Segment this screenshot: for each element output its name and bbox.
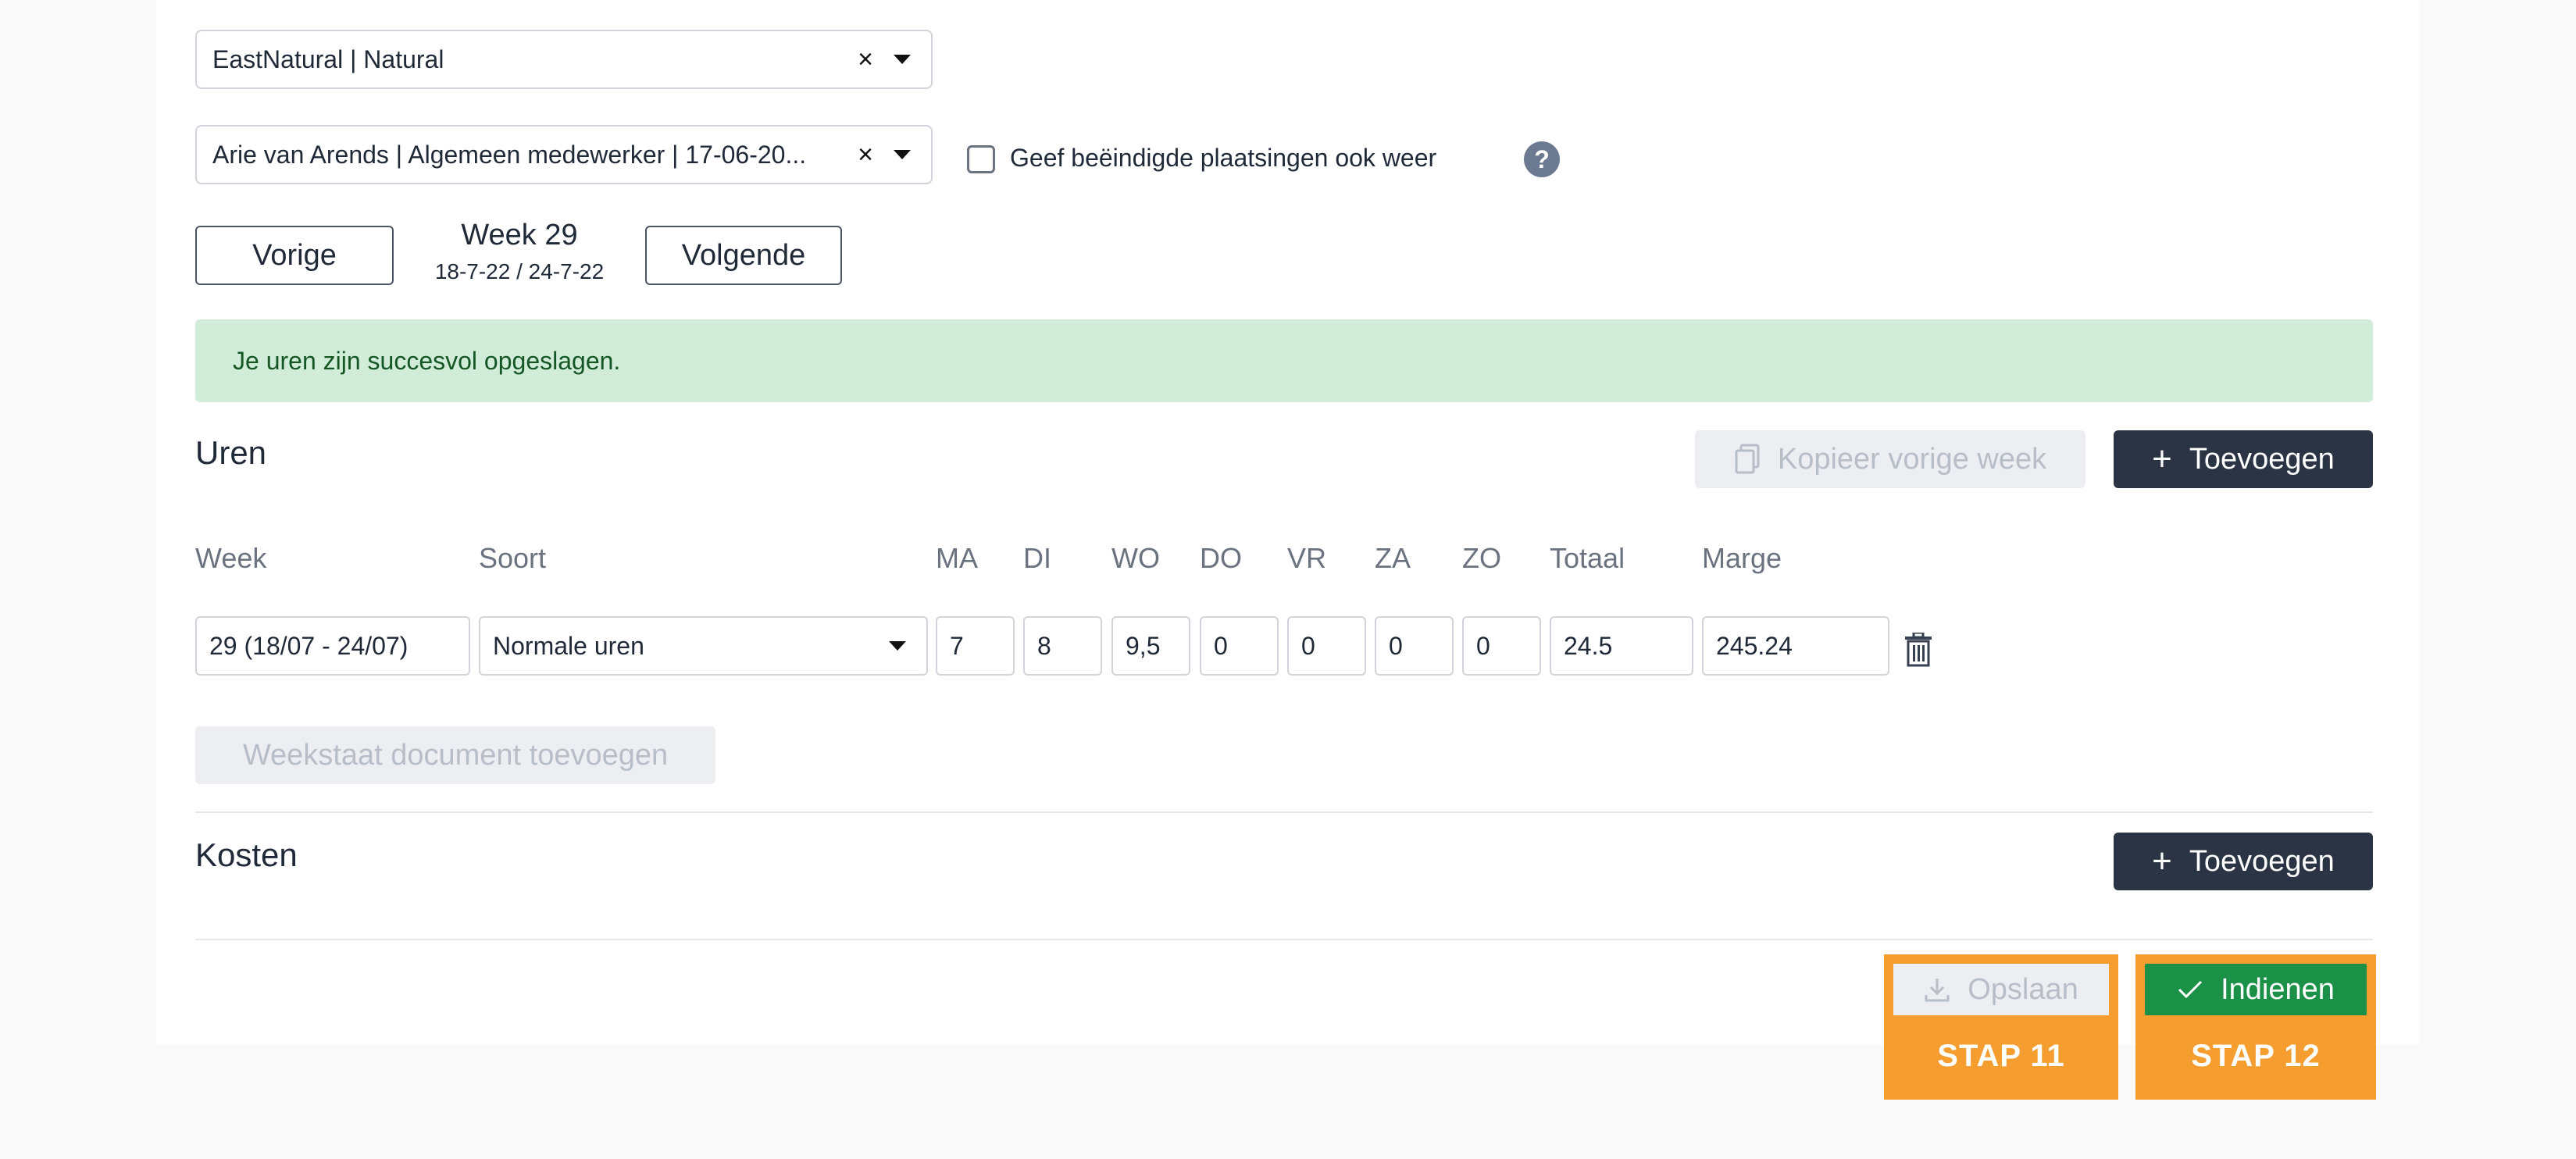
add-costs-button[interactable]: + Toevoegen <box>2114 833 2373 890</box>
placement-clear-icon[interactable]: × <box>850 140 881 170</box>
hours-fri-input[interactable]: 0 <box>1287 616 1366 676</box>
company-chevron-down-icon[interactable] <box>894 55 911 64</box>
step-11-label: STAP 11 <box>1937 1039 2065 1073</box>
hours-thu-input[interactable]: 0 <box>1200 616 1279 676</box>
total-field: 24.5 <box>1550 616 1693 676</box>
costs-section-title: Kosten <box>195 836 298 873</box>
hours-tue-input[interactable]: 8 <box>1023 616 1102 676</box>
plus-icon: + <box>2152 842 2172 880</box>
col-header-total: Totaal <box>1550 542 1625 574</box>
col-header-thu: DO <box>1200 542 1242 574</box>
submit-label: Indienen <box>2221 972 2335 1006</box>
success-alert-message: Je uren zijn succesvol opgeslagen. <box>233 346 621 375</box>
step-12-label: STAP 12 <box>2191 1039 2321 1073</box>
save-label: Opslaan <box>1968 972 2078 1006</box>
copy-previous-week-button[interactable]: Kopieer vorige week <box>1695 430 2085 488</box>
company-select-value: EastNatural | Natural <box>212 45 444 73</box>
col-header-type: Soort <box>479 542 547 574</box>
checkmark-icon <box>2178 980 2203 999</box>
save-button[interactable]: Opslaan <box>1893 964 2109 1015</box>
previous-week-button[interactable]: Vorige <box>195 226 394 285</box>
col-header-margin: Marge <box>1702 542 1782 574</box>
help-icon[interactable]: ? <box>1524 141 1560 177</box>
add-hours-label: Toevoegen <box>2189 442 2335 476</box>
col-header-sun: ZO <box>1462 542 1501 574</box>
week-range: 18-7-22 / 24-7-22 <box>434 259 605 284</box>
hours-wed-input[interactable]: 9,5 <box>1111 616 1190 676</box>
success-alert: Je uren zijn succesvol opgeslagen. <box>195 319 2373 402</box>
add-hours-button[interactable]: + Toevoegen <box>2114 430 2373 488</box>
divider <box>195 811 2373 813</box>
submit-button[interactable]: Indienen <box>2145 964 2367 1015</box>
col-header-mon: MA <box>936 542 978 574</box>
hour-type-chevron-down-icon[interactable] <box>889 641 906 651</box>
company-clear-icon[interactable]: × <box>850 45 881 75</box>
margin-field: 245.24 <box>1702 616 1889 676</box>
hours-mon-input[interactable]: 7 <box>936 616 1015 676</box>
add-costs-label: Toevoegen <box>2189 844 2335 878</box>
copy-icon <box>1735 444 1760 474</box>
week-title: Week 29 <box>461 219 578 251</box>
divider <box>195 939 2373 940</box>
hour-type-select[interactable]: Normale uren <box>479 616 928 676</box>
download-icon <box>1925 979 1950 1002</box>
company-select[interactable]: EastNatural | Natural × <box>195 30 933 89</box>
col-header-sat: ZA <box>1375 542 1411 574</box>
hour-type-value: Normale uren <box>493 631 644 660</box>
hours-sun-input[interactable]: 0 <box>1462 616 1541 676</box>
placement-select[interactable]: Arie van Arends | Algemeen medewerker | … <box>195 125 933 184</box>
copy-previous-week-label: Kopieer vorige week <box>1777 442 2047 476</box>
placement-select-value: Arie van Arends | Algemeen medewerker | … <box>212 140 807 169</box>
trash-icon[interactable] <box>1904 633 1932 667</box>
col-header-wed: WO <box>1111 542 1160 574</box>
col-header-tue: DI <box>1023 542 1051 574</box>
week-field[interactable]: 29 (18/07 - 24/07) <box>195 616 470 676</box>
hours-section-title: Uren <box>195 434 267 471</box>
plus-icon: + <box>2152 440 2172 478</box>
attach-week-document-button[interactable]: Weekstaat document toevoegen <box>195 726 715 784</box>
next-week-button[interactable]: Volgende <box>645 226 842 285</box>
col-header-week: Week <box>195 542 267 574</box>
show-ended-checkbox[interactable] <box>967 145 995 173</box>
placement-chevron-down-icon[interactable] <box>894 150 911 159</box>
hours-sat-input[interactable]: 0 <box>1375 616 1454 676</box>
show-ended-label: Geef beëindigde plaatsingen ook weer <box>1010 144 1437 172</box>
col-header-fri: VR <box>1287 542 1327 574</box>
